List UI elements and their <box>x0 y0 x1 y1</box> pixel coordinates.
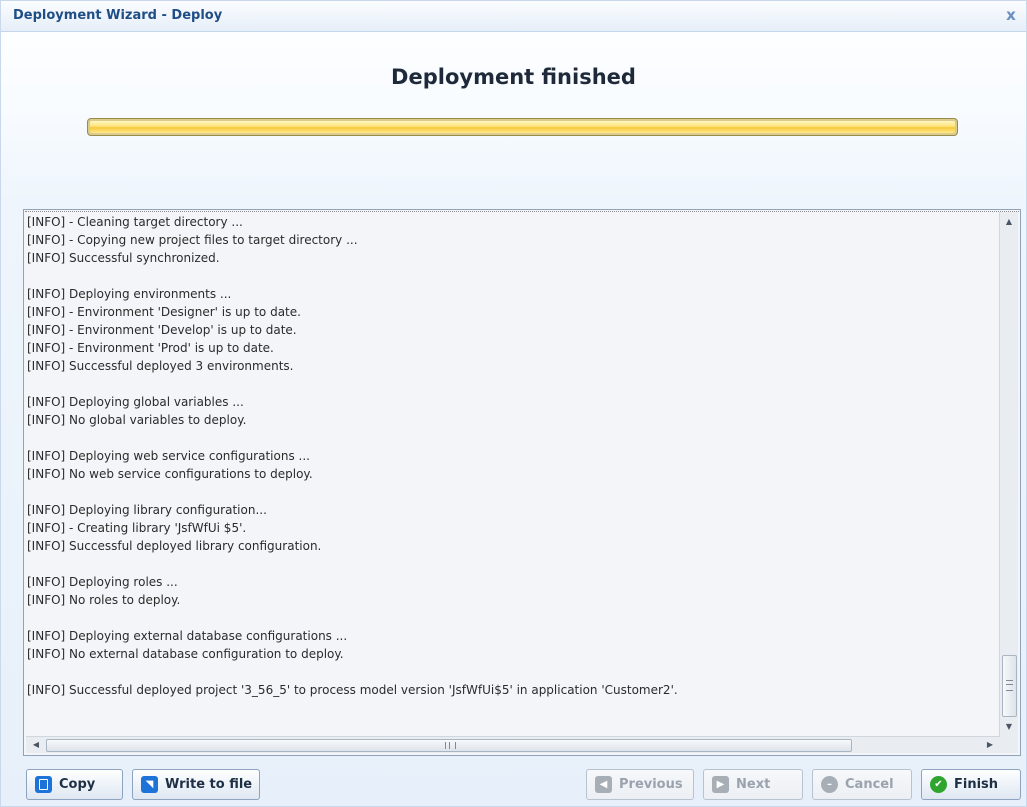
horizontal-scrollbar[interactable]: ◀ ▶ <box>26 736 1000 753</box>
log-line: [INFO] Deploying external database confi… <box>27 629 348 643</box>
log-line: [INFO] No web service configurations to … <box>27 467 313 481</box>
progress-fill <box>90 121 955 133</box>
scroll-up-icon[interactable]: ▲ <box>1000 214 1018 230</box>
scroll-down-icon[interactable]: ▼ <box>1000 719 1018 735</box>
next-button-label: Next <box>736 777 771 792</box>
log-line: [INFO] - Environment 'Prod' is up to dat… <box>27 341 274 355</box>
scroll-left-icon[interactable]: ◀ <box>28 737 44 753</box>
deployment-wizard-window: Deployment Wizard - Deploy x Deployment … <box>0 0 1027 807</box>
previous-button-label: Previous <box>619 777 683 792</box>
finish-button-label: Finish <box>954 777 999 792</box>
log-line: [INFO] - Environment 'Designer' is up to… <box>27 305 301 319</box>
vertical-scroll-thumb[interactable] <box>1002 655 1017 717</box>
copy-icon <box>35 776 52 793</box>
log-line: [INFO] Successful deployed library confi… <box>27 539 322 553</box>
copy-button-label: Copy <box>59 777 96 792</box>
log-line: [INFO] - Environment 'Develop' is up to … <box>27 323 297 337</box>
next-button[interactable]: ▶ Next <box>703 769 803 800</box>
window-title: Deployment Wizard - Deploy <box>13 8 223 23</box>
arrow-left-icon: ◀ <box>595 776 612 793</box>
log-line: [INFO] No external database configuratio… <box>27 647 344 661</box>
log-line: [INFO] No global variables to deploy. <box>27 413 247 427</box>
log-line: [INFO] Successful deployed project '3_56… <box>27 683 678 697</box>
log-line: [INFO] Deploying environments ... <box>27 287 232 301</box>
log-line: [INFO] - Cleaning target directory ... <box>27 215 243 229</box>
grip-icon <box>445 742 456 749</box>
log-line: [INFO] Deploying global variables ... <box>27 395 244 409</box>
grip-icon <box>1006 680 1013 691</box>
log-line: [INFO] Successful synchronized. <box>27 251 220 265</box>
horizontal-scroll-thumb[interactable] <box>46 739 852 752</box>
log-line: [INFO] - Creating library 'JsfWfUi $5'. <box>27 521 247 535</box>
scroll-right-icon[interactable]: ▶ <box>982 737 998 753</box>
deployment-log: [INFO] - Cleaning target directory ... [I… <box>27 213 999 733</box>
progress-bar <box>87 118 958 136</box>
log-line: [INFO] Deploying web service configurati… <box>27 449 310 463</box>
log-line: [INFO] Deploying roles ... <box>27 575 178 589</box>
check-icon: ✔ <box>930 776 947 793</box>
deployment-log-panel[interactable]: [INFO] - Cleaning target directory ... [I… <box>23 209 1021 756</box>
cancel-icon: – <box>821 776 838 793</box>
copy-button[interactable]: Copy <box>26 769 123 800</box>
previous-button[interactable]: ◀ Previous <box>586 769 694 800</box>
log-line: [INFO] No roles to deploy. <box>27 593 181 607</box>
log-line: [INFO] - Copying new project files to ta… <box>27 233 358 247</box>
arrow-right-icon: ▶ <box>712 776 729 793</box>
title-bar: Deployment Wizard - Deploy x <box>1 1 1026 32</box>
scrollbar-corner <box>1000 737 1018 753</box>
vertical-scrollbar[interactable]: ▲ ▼ <box>999 212 1018 737</box>
cancel-button-label: Cancel <box>845 777 894 792</box>
write-file-icon: ◥ <box>141 776 158 793</box>
close-icon[interactable]: x <box>1002 6 1020 24</box>
write-to-file-button[interactable]: ◥ Write to file <box>132 769 260 800</box>
write-to-file-button-label: Write to file <box>165 777 253 792</box>
page-heading: Deployment finished <box>391 65 636 89</box>
log-line: [INFO] Deploying library configuration..… <box>27 503 267 517</box>
finish-button[interactable]: ✔ Finish <box>921 769 1021 800</box>
cancel-button[interactable]: – Cancel <box>812 769 912 800</box>
log-line: [INFO] Successful deployed 3 environment… <box>27 359 294 373</box>
